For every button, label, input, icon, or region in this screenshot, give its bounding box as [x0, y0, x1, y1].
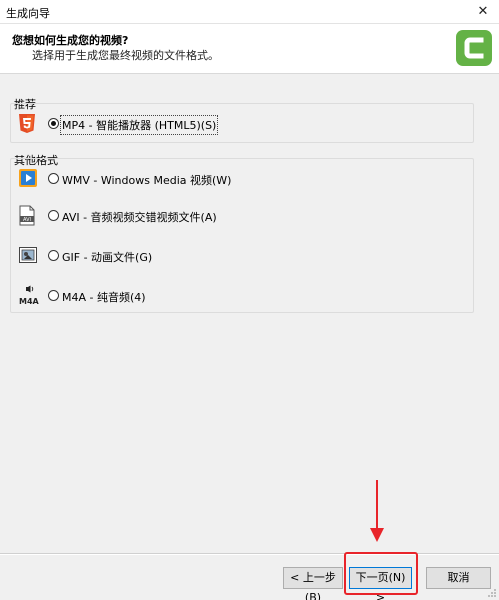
option-mp4[interactable]: MP4 - 智能播放器 (HTML5)(S): [18, 113, 458, 135]
cancel-button[interactable]: 取消: [426, 567, 491, 589]
camtasia-logo-icon: [456, 30, 492, 66]
gif-radio[interactable]: [48, 250, 59, 261]
mp4-radio[interactable]: [48, 118, 59, 129]
window-title: 生成向导: [6, 7, 50, 20]
wmv-radio[interactable]: [48, 173, 59, 184]
title-bar: 生成向导 ✕: [0, 0, 499, 24]
footer-divider-highlight: [0, 554, 499, 555]
windows-media-icon: [18, 168, 38, 190]
option-wmv[interactable]: WMV - Windows Media 视频(W): [18, 168, 458, 190]
gif-file-icon: [18, 245, 38, 267]
html5-icon: [18, 113, 38, 135]
m4a-radio[interactable]: [48, 290, 59, 301]
avi-radio[interactable]: [48, 210, 59, 221]
avi-file-icon: AVI: [18, 205, 38, 227]
option-gif[interactable]: GIF - 动画文件(G): [18, 245, 458, 267]
wizard-header: 您想如何生成您的视频? 选择用于生成您最终视频的文件格式。: [0, 24, 499, 74]
m4a-option-label[interactable]: M4A - 纯音频(4): [62, 289, 146, 305]
page-title: 您想如何生成您的视频?: [12, 34, 129, 47]
back-button[interactable]: < 上一步(B): [283, 567, 343, 600]
gif-option-label[interactable]: GIF - 动画文件(G): [62, 249, 152, 265]
avi-option-label[interactable]: AVI - 音频视频交错视频文件(A): [62, 209, 217, 225]
mp4-option-label[interactable]: MP4 - 智能播放器 (HTML5)(S): [59, 115, 219, 135]
option-avi[interactable]: AVI AVI - 音频视频交错视频文件(A): [18, 205, 458, 227]
next-button-highlight-box: [344, 552, 418, 595]
svg-text:AVI: AVI: [23, 217, 31, 223]
option-m4a[interactable]: M4A M4A - 纯音频(4): [18, 285, 458, 307]
annotation-arrow-icon: [370, 480, 384, 542]
resize-grip-icon[interactable]: [487, 588, 497, 598]
svg-text:M4A: M4A: [19, 297, 40, 306]
close-icon[interactable]: ✕: [467, 0, 499, 24]
page-subtitle: 选择用于生成您最终视频的文件格式。: [32, 49, 219, 62]
m4a-audio-icon: M4A: [18, 285, 40, 307]
wmv-option-label[interactable]: WMV - Windows Media 视频(W): [62, 172, 231, 188]
